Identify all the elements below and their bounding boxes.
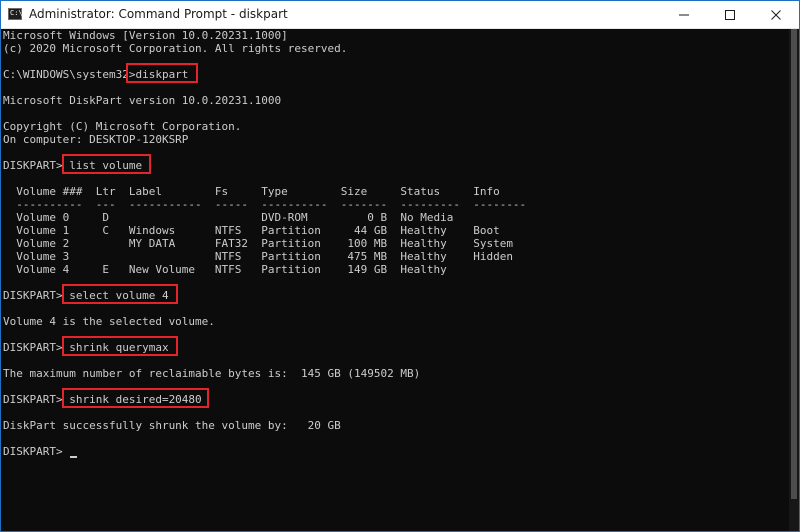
window-title: Administrator: Command Prompt - diskpart — [29, 7, 288, 21]
minimize-icon — [679, 14, 689, 16]
highlight-list-volume-command — [62, 154, 151, 174]
minimize-button[interactable] — [661, 1, 707, 28]
vertical-scrollbar[interactable] — [789, 29, 799, 531]
console-output[interactable]: Microsoft Windows [Version 10.0.20231.10… — [1, 29, 789, 531]
highlight-shrink-desired-command — [62, 388, 209, 408]
command-prompt-icon-text: C:\ — [10, 9, 23, 17]
console-line: Copyright (C) Microsoft Corporation. — [3, 120, 242, 133]
title-bar[interactable]: C:\ Administrator: Command Prompt - disk… — [1, 1, 799, 29]
maximize-button[interactable] — [707, 1, 753, 28]
console-line: Volume ### Ltr Label Fs Type Size Status… — [3, 185, 500, 198]
close-icon — [771, 10, 781, 20]
console-line: On computer: DESKTOP-120KSRP — [3, 133, 189, 146]
console-line: Volume 4 E New Volume NTFS Partition 149… — [3, 263, 447, 276]
command-prompt-window: C:\ Administrator: Command Prompt - disk… — [0, 0, 800, 532]
console-line: ---------- --- ----------- ----- -------… — [3, 198, 527, 211]
console-line: Volume 1 C Windows NTFS Partition 44 GB … — [3, 224, 500, 237]
text-cursor — [70, 456, 77, 458]
console-line: (c) 2020 Microsoft Corporation. All righ… — [3, 42, 348, 55]
console-line: Volume 2 MY DATA FAT32 Partition 100 MB … — [3, 237, 513, 250]
console-line: The maximum number of reclaimable bytes … — [3, 367, 421, 380]
console-line: Volume 4 is the selected volume. — [3, 315, 215, 328]
highlight-shrink-querymax-command — [62, 336, 178, 356]
console-line: Microsoft DiskPart version 10.0.20231.10… — [3, 94, 282, 107]
close-button[interactable] — [753, 1, 799, 28]
highlight-select-volume-command — [62, 284, 178, 304]
command-prompt-icon: C:\ — [8, 8, 23, 20]
console-line: Microsoft Windows [Version 10.0.20231.10… — [3, 29, 288, 42]
maximize-icon — [725, 10, 735, 20]
console-line: Volume 3 NTFS Partition 475 MB Healthy H… — [3, 250, 513, 263]
highlight-diskpart-command — [126, 63, 198, 83]
console-line: Volume 0 D DVD-ROM 0 B No Media — [3, 211, 454, 224]
console-line: DiskPart successfully shrunk the volume … — [3, 419, 341, 432]
scrollbar-thumb[interactable] — [791, 29, 797, 499]
console-line: DISKPART> — [3, 445, 70, 458]
